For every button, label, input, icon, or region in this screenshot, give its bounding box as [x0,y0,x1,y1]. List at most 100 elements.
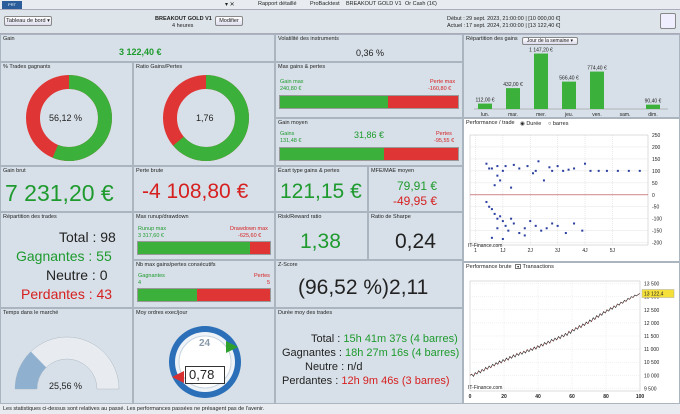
point [597,169,600,172]
drawdown-fill [250,242,270,254]
point [542,179,545,182]
point [562,169,565,172]
tick-label: 200 [652,145,661,151]
point [605,169,608,172]
window-controls[interactable]: ▾ ✕ [225,1,235,8]
modify-button[interactable]: Modifier [215,16,243,26]
point [548,166,551,169]
tick-label: 13 500 [644,282,660,288]
consec-gains-fill [138,289,197,301]
panel-title: Performance brute ▾ Transactions [466,264,554,270]
panel-title: Z-Score [278,262,298,268]
point [510,217,513,220]
gain-panel: Gain 3 122,40 € [0,34,275,62]
duration-radio[interactable]: ◉ Durée [520,121,541,127]
export-icon[interactable] [660,13,676,29]
tick-label: -200 [652,241,662,247]
bar [506,88,520,109]
trade-distribution-panel: Répartition des trades Total : 98 Gagnan… [0,212,133,308]
panel-title: Durée moy des trades [278,310,333,316]
loss-max-label: Perte max [430,79,456,85]
duration-neutral-row: Neutre : n/d [305,361,363,373]
max-gains-panel: Max gains & pertes Gain max 240,80 € Per… [275,62,463,118]
tick-label: 10 500 [644,360,660,366]
clock-icon [169,326,241,398]
panel-title: % Trades gagnants [3,64,51,70]
tick-label: -50 [652,205,659,211]
tab-strategy[interactable]: BREAKOUT GOLD V1 [346,1,402,7]
gains-label: Gains [280,131,295,137]
data-label: 774,40 € [587,66,607,72]
gross-loss-panel: Perte brute -4 108,80 € [133,166,275,212]
disclaimer: Les statistiques ci-dessus sont relative… [0,404,680,414]
panel-title: Gain [3,36,15,42]
tick-label: 50 [652,181,658,187]
point [507,229,510,232]
tick-label: 3J [555,248,561,254]
bar [534,53,548,109]
data-label: 90,40 € [645,99,662,105]
point [581,229,584,232]
panel-title: Répartition des trades [3,214,57,220]
winning-row: Gagnantes : 55 [16,248,112,264]
time-in-market-panel: Temps dans le marché 25,56 % [0,308,133,404]
time-in-market-value: 25,56 % [49,381,83,391]
window-title-bar: PRT ▾ ✕ Rapport détaillé ProBacktest BRE… [0,0,680,10]
consec-losses-value: 5 [267,280,271,286]
gain-value: 3 122,40 € [119,47,162,57]
panel-title: Performance / trade [466,120,515,126]
panel-title: Gain brut [3,168,26,174]
avg-gain-value: 31,86 € [354,130,385,140]
panel-title: Temps dans le marché [3,310,59,316]
tick-label: 40 [535,394,541,400]
perf-trade-panel: Performance / trade ◉ Durée ○ barres 1 1J… [463,118,680,262]
win-rate-value: 56,12 % [49,113,83,123]
panel-title: Max runup/drawdown [136,214,189,220]
point [556,224,559,227]
total-row: Total : 98 [59,229,116,245]
tab-detailed-report[interactable]: Rapport détaillé [258,1,297,7]
point [551,222,554,225]
gross-loss-value: -4 108,80 € [142,180,249,203]
point [573,222,576,225]
consec-gains-label: Gagnantes [138,273,165,279]
runup-label: Runup max [138,226,167,232]
panel-title: Risk/Reward ratio [278,214,322,220]
panel-title: Max gains & pertes [278,64,326,70]
duration-winning-row: Gagnantes : 18h 27m 16s (4 barres) [282,347,460,359]
tick-label: 11 000 [644,347,659,353]
tab-instrument[interactable]: Or Cash (1€) [405,1,437,7]
point [501,220,504,223]
point [534,224,537,227]
point [496,165,499,168]
gain-bar-fill [280,96,388,108]
period-dropdown[interactable]: Jour de la semaine ▾ [522,37,578,45]
avg-duration-panel: Durée moy des trades Total : 15h 41m 37s… [275,308,463,404]
tab-probacktest[interactable]: ProBacktest [310,1,340,7]
point [485,200,488,203]
point [537,160,540,163]
view-dropdown[interactable]: Tableau de bord ▾ [4,16,52,26]
point [540,229,543,232]
data-label: 432,00 € [503,82,523,88]
panel-title: MFE/MAE moyen [371,168,415,174]
bars-radio[interactable]: ○ barres [548,121,568,127]
panel-title: Écart type gains & pertes [278,168,340,174]
volatility-value: 0,36 % [356,48,385,58]
losses-value: -95,55 € [434,138,455,144]
bar [646,104,660,109]
duration-losing-row: Perdantes : 12h 9m 46s (3 barres) [282,375,450,387]
point [545,227,548,230]
end-value: 17 sept. 2024, 21:00:00 | [13 122,40 €] [466,23,561,29]
gain-max-value: 240,80 € [280,86,302,92]
panel-title: Ratio Gains/Pertes [136,64,183,70]
losing-row: Perdantes : 43 [21,286,113,302]
point [488,205,491,208]
point [534,169,537,172]
point [556,165,559,168]
panel-title: Répartition des gains [466,36,518,42]
tick-label: 60 [569,394,575,400]
zscore-value: (96,52 %)2,11 [298,276,429,299]
tick-label: 0 [469,394,472,400]
point [490,236,493,239]
